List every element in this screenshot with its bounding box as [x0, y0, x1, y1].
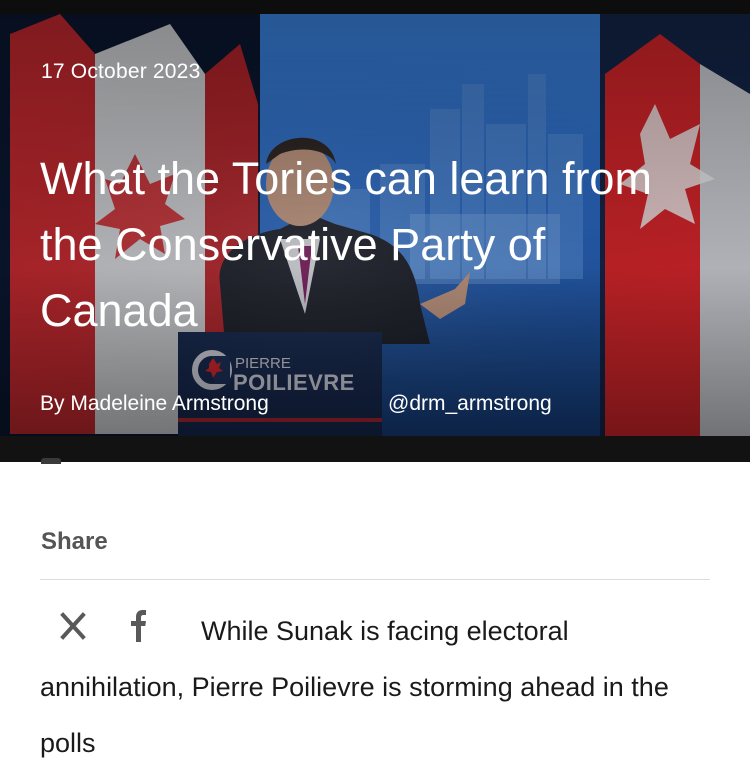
byline: By Madeleine Armstrong @drm_armstrong — [40, 392, 552, 416]
share-label: Share — [41, 528, 108, 555]
byline-author[interactable]: By Madeleine Armstrong — [40, 392, 269, 415]
hero-bottom-band — [0, 436, 750, 462]
article-standfirst: While Sunak is facing electoral annihila… — [40, 616, 669, 758]
byline-handle[interactable]: @drm_armstrong — [388, 392, 552, 416]
hero-image[interactable]: PIERRE POILIEVRE 17 October 2023 What th… — [0, 14, 750, 436]
bookmark-icon[interactable] — [41, 458, 61, 464]
divider — [40, 579, 710, 580]
article-title: What the Tories can learn from the Conse… — [40, 153, 652, 336]
top-strip — [0, 0, 750, 14]
article-date: 17 October 2023 — [41, 60, 201, 83]
